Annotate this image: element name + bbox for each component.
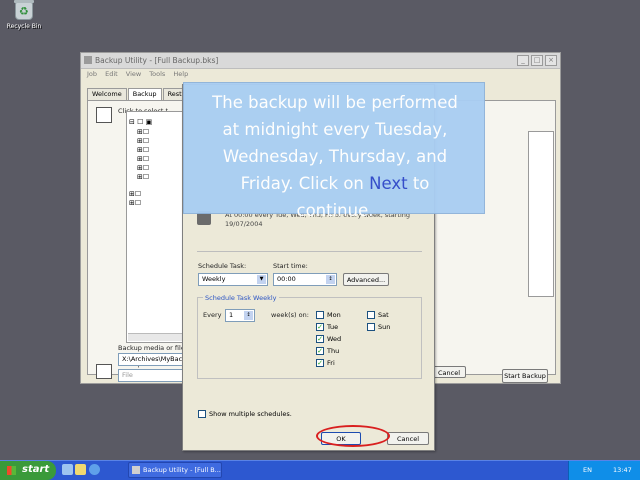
day-label-fri: Fri [327,359,335,367]
show-multiple-label: Show multiple schedules. [209,410,292,418]
instruction-text: The backup will be performed at midnight… [184,89,486,224]
advanced-button[interactable]: Advanced... [343,273,389,286]
separator [197,251,422,252]
file-list-pane[interactable] [528,131,554,297]
day-label-tue: Tue [327,323,339,331]
schedule-task-label: Schedule Task: [198,262,247,270]
window-title: Backup Utility - [Full Backup.bks] [95,56,219,65]
tree-expand-icon[interactable]: ⊟ ☐ ▣ [129,118,152,126]
start-time-input[interactable]: 00:00 ↕ [273,273,337,286]
start-time-value: 00:00 [277,275,296,283]
backup-file-icon [96,364,112,379]
internet-explorer-icon[interactable] [89,464,100,475]
day-label-wed: Wed [327,335,342,343]
recycle-bin-icon [14,0,34,20]
instruction-line-4-prefix: Friday. Click on [240,174,370,193]
schedule-task-value: Weekly [202,275,226,283]
weeks-on-label: week(s) on: [271,311,309,319]
instruction-line-5: continue. [296,201,374,220]
day-label-sat: Sat [378,311,389,319]
instruction-line-2: at midnight every Tuesday, [222,120,448,139]
instruction-overlay: The backup will be performed at midnight… [183,82,485,220]
cancel-button[interactable]: Cancel [387,432,429,445]
checklist-icon [96,107,112,123]
recycle-bin-label: Recycle Bin [6,23,42,30]
tab-backup[interactable]: Backup [127,88,162,100]
cancel-button-behind[interactable]: Cancel [432,366,466,378]
menu-view[interactable]: View [126,70,141,78]
menu-tools[interactable]: Tools [149,70,165,78]
every-weeks-input[interactable]: 1 ↕ [225,309,255,322]
start-time-label: Start time: [273,262,308,270]
taskbar-item-backup[interactable]: Backup Utility - [Full B... [128,462,222,478]
every-label: Every [203,311,222,319]
checkbox-show-multiple[interactable] [198,410,206,418]
recycle-bin-desktop-icon[interactable]: Recycle Bin [6,0,42,30]
menu-bar: Job Edit View Tools Help [81,70,560,80]
system-tray: EN 13:47 [568,461,640,480]
maximize-icon[interactable]: □ [531,55,543,66]
next-highlight: Next [369,174,408,193]
day-label-thu: Thu [327,347,340,355]
ok-highlight-ring [316,425,390,447]
tree-nodes[interactable]: ⊞☐ ⊞☐ ⊞☐ ⊞☐ ⊞☐ ⊞☐ [137,128,149,182]
clock: 13:47 [613,466,632,474]
instruction-line-4-suffix: to [407,174,430,193]
weekly-group-title: Schedule Task Weekly [203,294,279,302]
show-desktop-icon[interactable] [62,464,73,475]
title-bar: Backup Utility - [Full Backup.bks] _ □ × [81,53,560,69]
menu-job[interactable]: Job [87,70,97,78]
tab-welcome[interactable]: Welcome [87,88,127,100]
instruction-line-3: Wednesday, Thursday, and [222,147,448,166]
spinner-icon[interactable]: ↕ [244,311,253,320]
destination-select[interactable]: File [118,369,188,382]
minimize-icon[interactable]: _ [517,55,529,66]
day-label-mon: Mon [327,311,341,319]
day-label-sun: Sun [378,323,391,331]
checkbox-mon[interactable] [316,311,324,319]
media-path-input[interactable]: X:\Archives\MyBack [118,353,188,366]
schedule-task-select[interactable]: Weekly ▼ [198,273,268,286]
spinner-icon[interactable]: ↕ [326,275,335,284]
checkbox-thu[interactable]: ✓ [316,347,324,355]
checkbox-tue[interactable]: ✓ [316,323,324,331]
checkbox-sat[interactable] [367,311,375,319]
checkbox-sun[interactable] [367,323,375,331]
taskbar-item-label: Backup Utility - [Full B... [143,466,221,474]
start-backup-button[interactable]: Start Backup [502,369,548,383]
menu-edit[interactable]: Edit [105,70,118,78]
start-button[interactable]: start [0,461,56,480]
every-value: 1 [229,311,234,319]
start-label: start [22,464,50,475]
tree-drives[interactable]: ⊞☐ ⊞☐ [129,190,141,208]
language-indicator[interactable]: EN [583,466,592,474]
backup-media-label: Backup media or file n [118,344,192,352]
explorer-icon[interactable] [75,464,86,475]
checkbox-fri[interactable]: ✓ [316,359,324,367]
instruction-line-4: Friday. Click on Next to [184,170,486,197]
backup-app-icon [132,466,140,474]
checkbox-wed[interactable]: ✓ [316,335,324,343]
instruction-line-1: The backup will be performed [212,93,458,112]
close-icon[interactable]: × [545,55,557,66]
app-icon [84,56,92,64]
menu-help[interactable]: Help [173,70,188,78]
chevron-down-icon[interactable]: ▼ [257,275,266,284]
